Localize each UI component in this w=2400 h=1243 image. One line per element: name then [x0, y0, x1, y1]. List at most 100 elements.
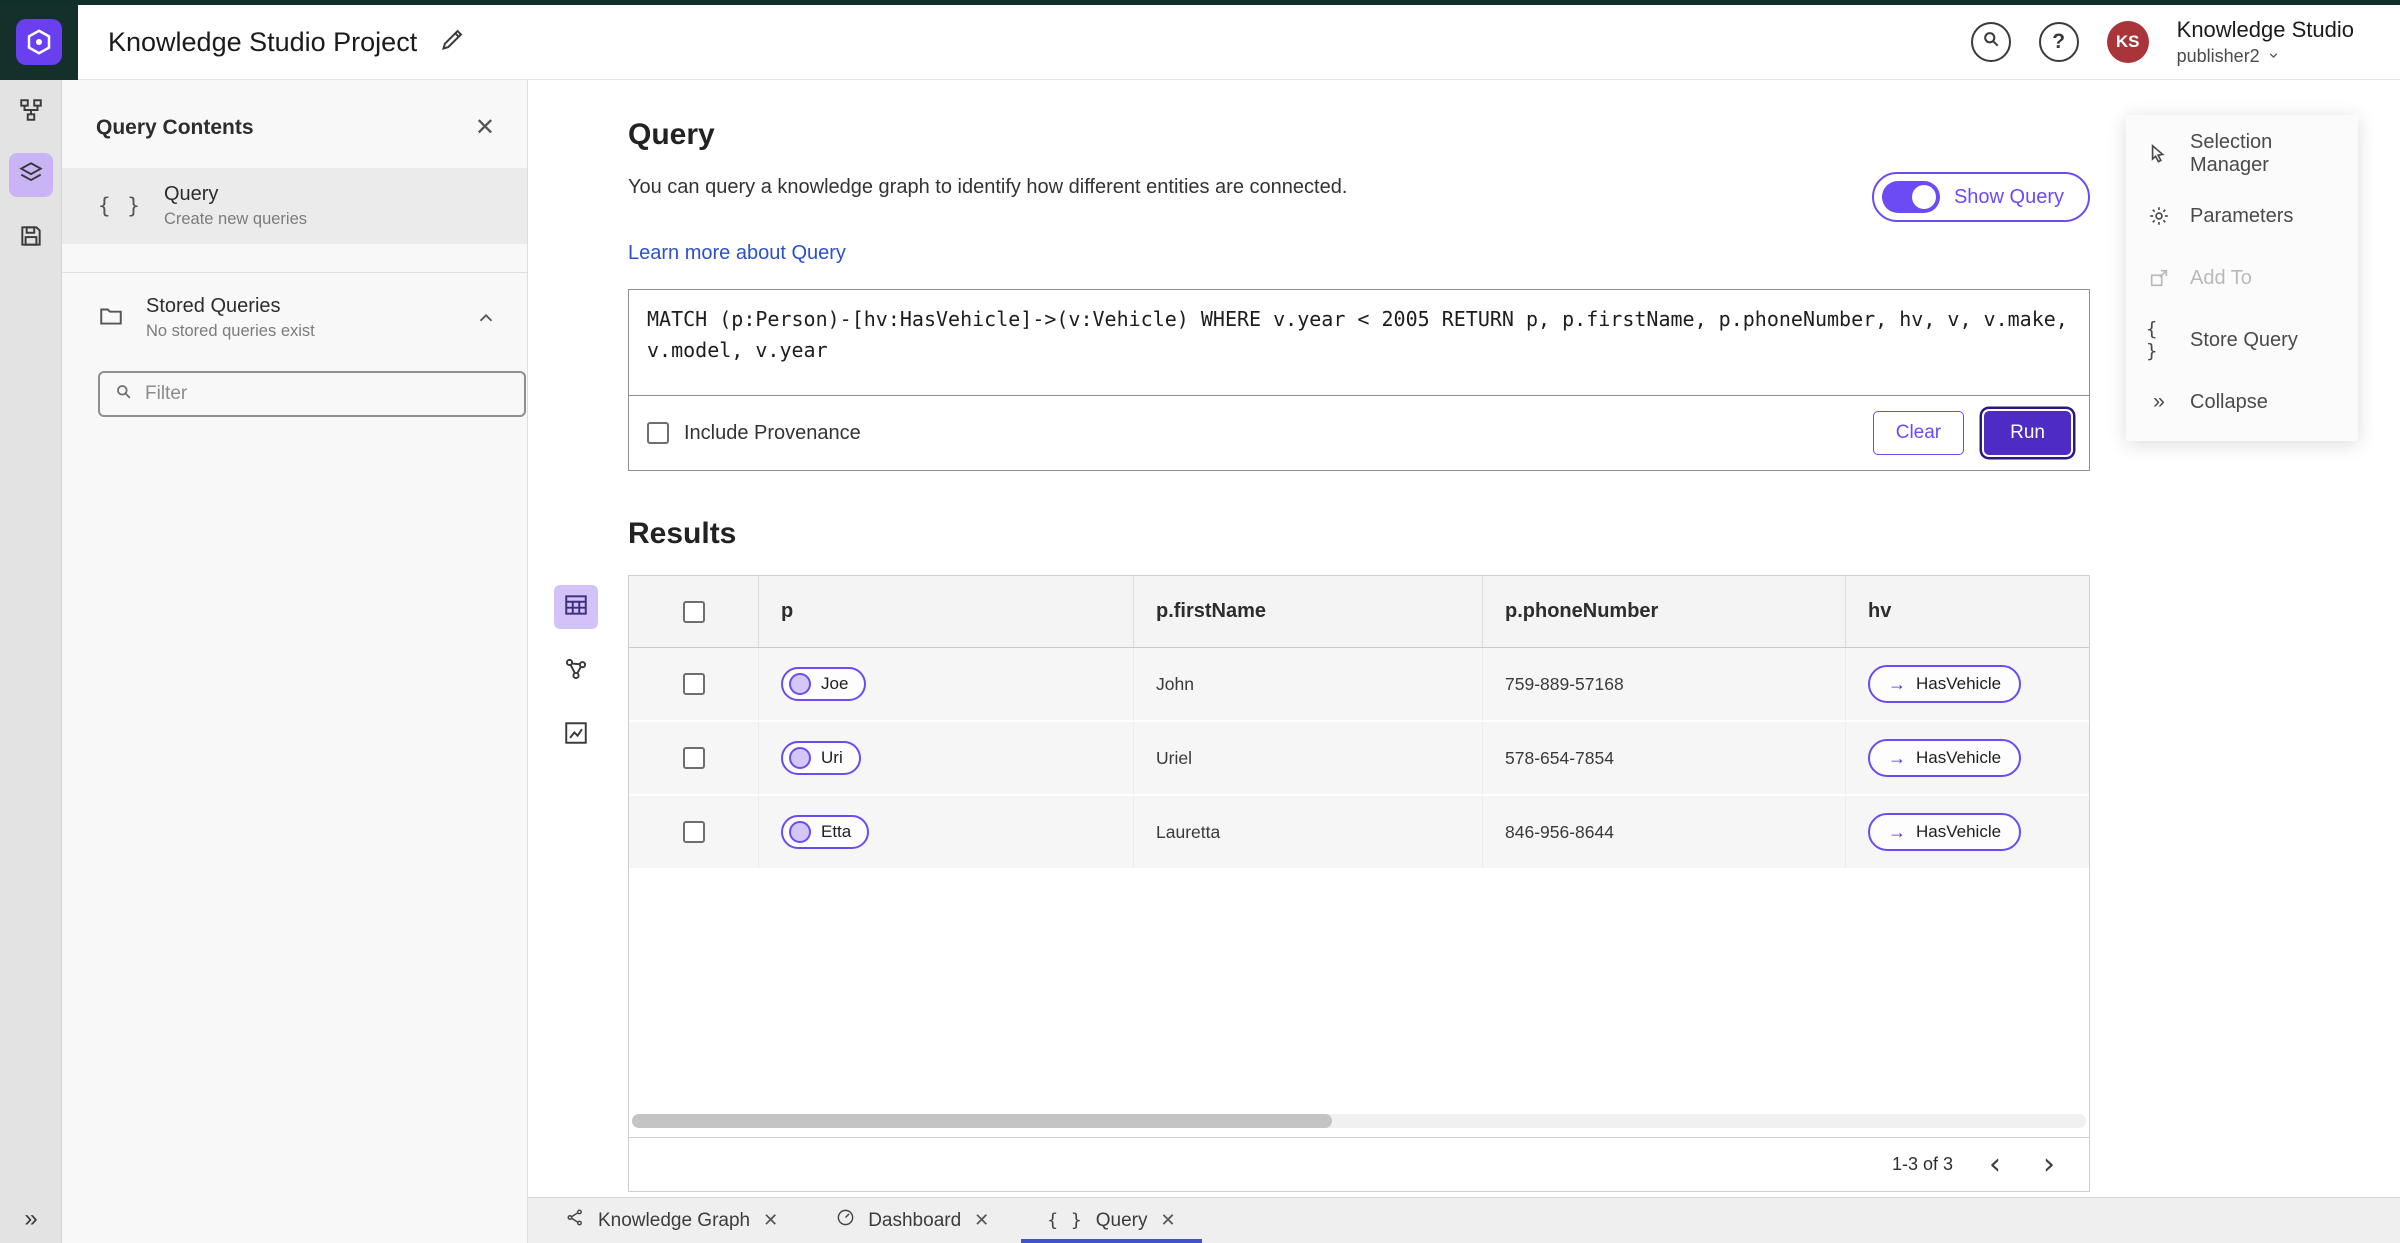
search-button[interactable]	[1970, 21, 2011, 62]
node-pill[interactable]: Etta	[781, 815, 870, 849]
node-label: Etta	[821, 822, 852, 841]
double-chevron-right-icon: »	[2153, 390, 2165, 413]
avatar[interactable]: KS	[2106, 20, 2149, 63]
app-logo-container[interactable]	[0, 4, 78, 80]
node-pill[interactable]: Uri	[781, 741, 861, 775]
cell-firstname: John	[1134, 648, 1483, 720]
chart-view-button[interactable]	[554, 713, 598, 757]
table-header-row: p p.firstName p.phoneNumber hv	[629, 576, 2089, 648]
close-panel-button[interactable]: ✕	[475, 116, 495, 140]
question-mark-icon: ?	[2052, 29, 2066, 53]
knowledge-graph-icon	[566, 1208, 585, 1233]
menu-item-add-to: Add To	[2126, 247, 2358, 309]
arrow-right-icon: →	[1888, 822, 1906, 842]
previous-page-button[interactable]: ‹	[1983, 1149, 2007, 1180]
double-chevron-right-icon: »	[24, 1205, 38, 1232]
menu-label: Collapse	[2190, 390, 2268, 413]
menu-item-selection-manager[interactable]: Selection Manager	[2126, 123, 2358, 185]
pagination-status: 1-3 of 3	[1891, 1154, 1953, 1174]
menu-item-collapse[interactable]: » Collapse	[2126, 371, 2358, 433]
add-to-icon	[2146, 267, 2172, 289]
chart-icon	[563, 720, 589, 751]
graph-view-button[interactable]	[554, 649, 598, 693]
cell-firstname: Uriel	[1134, 722, 1483, 794]
graph-icon	[563, 656, 589, 687]
table-row[interactable]: Etta Lauretta 846-956-8644 → HasVehicle	[629, 796, 2089, 870]
stored-queries-description: No stored queries exist	[146, 322, 315, 340]
menu-label: Add To	[2190, 266, 2252, 289]
select-all-checkbox[interactable]	[682, 600, 705, 623]
rail-item-save[interactable]	[9, 216, 53, 260]
column-header-phonenumber[interactable]: p.phoneNumber	[1483, 576, 1846, 647]
query-item-label: Query	[163, 183, 219, 205]
show-query-label: Show Query	[1953, 185, 2064, 208]
tab-knowledge-graph[interactable]: Knowledge Graph ✕	[540, 1198, 804, 1243]
search-icon	[1981, 29, 2001, 54]
row-checkbox[interactable]	[682, 673, 705, 695]
column-header-firstname[interactable]: p.firstName	[1134, 576, 1483, 647]
edge-pill[interactable]: → HasVehicle	[1868, 739, 2022, 777]
query-editor-container: MATCH (p:Person)-[hv:HasVehicle]->(v:Veh…	[628, 289, 2090, 471]
next-page-button[interactable]: ›	[2037, 1149, 2061, 1180]
node-pill[interactable]: Joe	[781, 667, 867, 701]
run-button[interactable]: Run	[1984, 411, 2071, 455]
show-query-toggle[interactable]: Show Query	[1871, 172, 2090, 222]
left-icon-rail: »	[0, 80, 62, 1243]
table-row[interactable]: Joe John 759-889-57168 → HasVehicle	[629, 648, 2089, 722]
user-menu[interactable]: Knowledge Studio publisher2	[2177, 16, 2354, 68]
rail-item-queries[interactable]	[8, 153, 53, 197]
column-header-hv[interactable]: hv	[1846, 576, 2091, 647]
menu-item-store-query[interactable]: { } Store Query	[2126, 309, 2358, 371]
edit-title-button[interactable]	[439, 26, 466, 58]
tab-dashboard[interactable]: Dashboard ✕	[810, 1198, 1015, 1243]
tab-query[interactable]: { } Query ✕	[1021, 1198, 1202, 1243]
horizontal-scrollbar	[632, 1114, 2086, 1128]
edge-pill[interactable]: → HasVehicle	[1868, 813, 2022, 851]
scrollbar-thumb[interactable]	[632, 1114, 1332, 1128]
arrow-right-icon: →	[1888, 748, 1906, 768]
close-tab-icon[interactable]: ✕	[1161, 1210, 1176, 1231]
rail-item-model[interactable]	[9, 90, 53, 134]
menu-label: Store Query	[2190, 328, 2298, 351]
arrow-right-icon: →	[1888, 674, 1906, 694]
help-button[interactable]: ?	[2038, 21, 2079, 62]
close-tab-icon[interactable]: ✕	[974, 1210, 989, 1231]
node-icon	[789, 747, 811, 769]
tab-label: Knowledge Graph	[598, 1209, 751, 1231]
curly-braces-icon: { }	[2146, 318, 2159, 362]
results-title: Results	[628, 517, 737, 550]
include-provenance-checkbox[interactable]	[647, 422, 669, 444]
table-icon	[563, 592, 589, 623]
folder-icon	[98, 303, 124, 334]
cell-firstname: Lauretta	[1134, 796, 1483, 868]
node-label: Joe	[821, 674, 849, 693]
filter-input[interactable]	[145, 383, 510, 405]
menu-item-parameters[interactable]: Parameters	[2126, 185, 2358, 247]
results-view-toolbar	[554, 585, 598, 757]
selection-cursor-icon	[2146, 143, 2172, 165]
edge-label: HasVehicle	[1916, 748, 2002, 767]
row-checkbox[interactable]	[682, 747, 705, 769]
stored-queries-section-header[interactable]: Stored Queries No stored queries exist	[62, 273, 527, 347]
tab-label: Query	[1095, 1209, 1148, 1231]
search-icon	[114, 382, 133, 406]
save-icon	[18, 223, 44, 254]
collapse-section-button[interactable]	[475, 307, 497, 329]
gear-icon	[2146, 205, 2172, 227]
learn-more-link[interactable]: Learn more about Query	[628, 242, 846, 265]
edge-pill[interactable]: → HasVehicle	[1868, 665, 2022, 703]
curly-braces-icon: { }	[1047, 1210, 1083, 1231]
column-header-p[interactable]: p	[759, 576, 1134, 647]
close-tab-icon[interactable]: ✕	[763, 1210, 778, 1231]
pagination-bar: 1-3 of 3 ‹ ›	[629, 1137, 2089, 1191]
query-editor[interactable]: MATCH (p:Person)-[hv:HasVehicle]->(v:Veh…	[629, 290, 2089, 396]
clear-button[interactable]: Clear	[1872, 411, 1965, 455]
table-view-button[interactable]	[554, 585, 598, 629]
bottom-tab-bar: Knowledge Graph ✕ Dashboard ✕ { } Query …	[528, 1197, 2400, 1243]
layers-icon	[18, 160, 44, 191]
panel-item-query[interactable]: { } Query Create new queries	[62, 168, 527, 244]
row-checkbox[interactable]	[682, 821, 705, 843]
expand-rail-button[interactable]: »	[0, 1205, 62, 1233]
table-row[interactable]: Uri Uriel 578-654-7854 → HasVehicle	[629, 722, 2089, 796]
table-empty-space	[629, 870, 2089, 1114]
